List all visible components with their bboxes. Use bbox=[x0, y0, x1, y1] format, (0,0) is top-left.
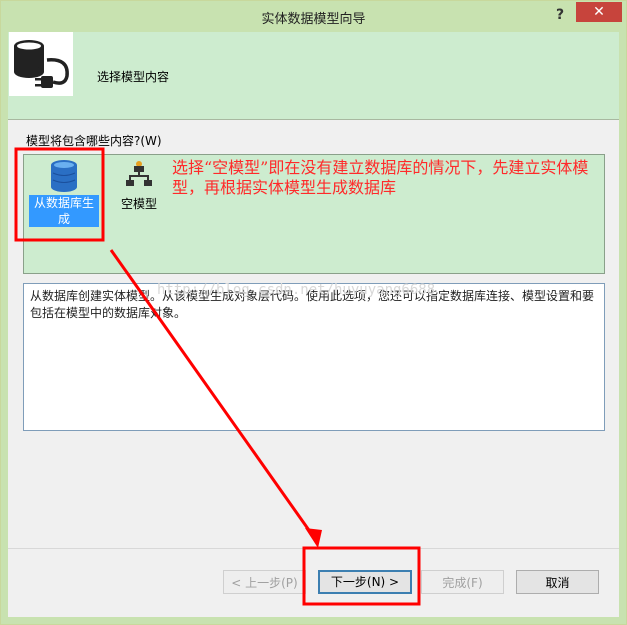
annotation-arrowhead bbox=[305, 528, 322, 548]
annotation-overlay bbox=[14, 147, 421, 606]
annotation-arrow bbox=[109, 249, 320, 544]
highlight-box-next-button bbox=[302, 546, 421, 606]
highlight-box-database-option bbox=[14, 147, 105, 242]
